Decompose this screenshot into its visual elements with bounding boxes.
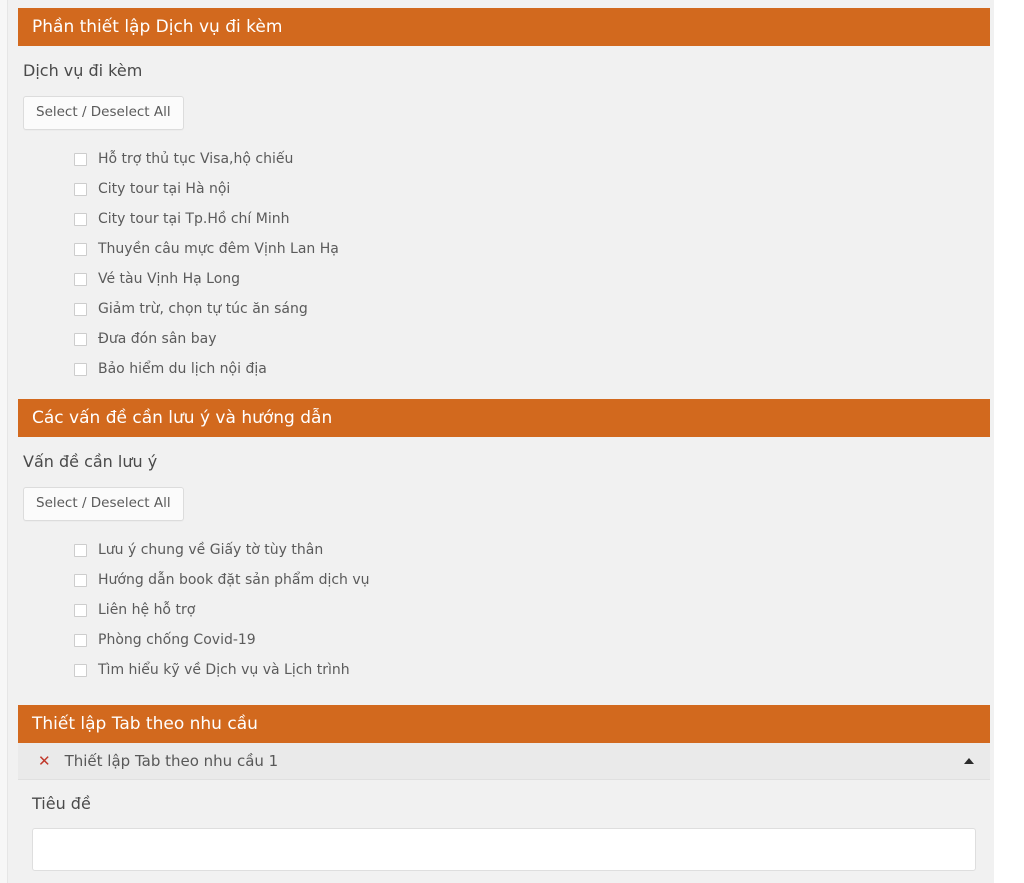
list-item[interactable]: Lưu ý chung về Giấy tờ tùy thân xyxy=(74,535,994,565)
list-item[interactable]: Liên hệ hỗ trợ xyxy=(74,595,994,625)
checkbox-icon[interactable] xyxy=(74,362,87,376)
accordion-body-tab-1: Tiêu đề xyxy=(18,780,990,881)
checkbox-icon[interactable] xyxy=(74,302,87,316)
checkbox-label[interactable]: Đưa đón sân bay xyxy=(98,330,216,348)
checkbox-icon[interactable] xyxy=(74,633,87,647)
checkbox-icon[interactable] xyxy=(74,663,87,677)
page-root: Phần thiết lập Dịch vụ đi kèm Dịch vụ đi… xyxy=(0,0,1024,883)
checkbox-list-services: Hỗ trợ thủ tục Visa,hộ chiếu City tour t… xyxy=(18,144,994,384)
field-group-services: Dịch vụ đi kèm Select / Deselect All Hỗ … xyxy=(9,46,994,384)
list-item[interactable]: Hướng dẫn book đặt sản phẩm dịch vụ xyxy=(74,565,994,595)
checkbox-icon[interactable] xyxy=(74,212,87,226)
select-deselect-all-button-services[interactable]: Select / Deselect All xyxy=(23,96,184,130)
section-header-services: Phần thiết lập Dịch vụ đi kèm xyxy=(18,8,990,46)
section-header-notes: Các vấn đề cần lưu ý và hướng dẫn xyxy=(18,399,990,437)
checkbox-label[interactable]: Giảm trừ, chọn tự túc ăn sáng xyxy=(98,300,308,318)
checkbox-label[interactable]: City tour tại Hà nội xyxy=(98,180,230,198)
left-rail xyxy=(0,0,8,883)
title-field-label: Tiêu đề xyxy=(32,794,91,813)
checkbox-icon[interactable] xyxy=(74,573,87,587)
checkbox-icon[interactable] xyxy=(74,332,87,346)
checkbox-label[interactable]: Hỗ trợ thủ tục Visa,hộ chiếu xyxy=(98,150,293,168)
list-item[interactable]: Thuyền câu mực đêm Vịnh Lan Hạ xyxy=(74,234,994,264)
checkbox-icon[interactable] xyxy=(74,182,87,196)
list-item[interactable]: City tour tại Hà nội xyxy=(74,174,994,204)
checkbox-icon[interactable] xyxy=(74,543,87,557)
field-label-services: Dịch vụ đi kèm xyxy=(23,61,143,80)
close-x-icon[interactable]: ✕ xyxy=(38,753,51,769)
list-item[interactable]: Hỗ trợ thủ tục Visa,hộ chiếu xyxy=(74,144,994,174)
field-group-notes: Vấn đề cần lưu ý Select / Deselect All L… xyxy=(9,437,994,685)
checkbox-list-notes: Lưu ý chung về Giấy tờ tùy thân Hướng dẫ… xyxy=(18,535,994,685)
list-item[interactable]: Giảm trừ, chọn tự túc ăn sáng xyxy=(74,294,994,324)
list-item[interactable]: Vé tàu Vịnh Hạ Long xyxy=(74,264,994,294)
checkbox-label[interactable]: Vé tàu Vịnh Hạ Long xyxy=(98,270,240,288)
field-label-notes: Vấn đề cần lưu ý xyxy=(23,452,158,471)
section-gap-2 xyxy=(9,685,994,705)
checkbox-label[interactable]: Hướng dẫn book đặt sản phẩm dịch vụ xyxy=(98,571,370,589)
checkbox-label[interactable]: Lưu ý chung về Giấy tờ tùy thân xyxy=(98,541,323,559)
accordion-header-tab-1[interactable]: ✕ Thiết lập Tab theo nhu cầu 1 xyxy=(18,743,990,780)
checkbox-label[interactable]: City tour tại Tp.Hồ chí Minh xyxy=(98,210,290,228)
list-item[interactable]: Tìm hiểu kỹ về Dịch vụ và Lịch trình xyxy=(74,655,994,685)
checkbox-label[interactable]: Liên hệ hỗ trợ xyxy=(98,601,195,619)
list-item[interactable]: Phòng chống Covid-19 xyxy=(74,625,994,655)
list-item[interactable]: Đưa đón sân bay xyxy=(74,324,994,354)
chevron-up-icon[interactable] xyxy=(964,758,974,764)
content-column: Phần thiết lập Dịch vụ đi kèm Dịch vụ đi… xyxy=(0,0,994,883)
checkbox-icon[interactable] xyxy=(74,152,87,166)
checkbox-icon[interactable] xyxy=(74,272,87,286)
title-input[interactable] xyxy=(32,828,976,871)
section-header-tabs: Thiết lập Tab theo nhu cầu xyxy=(18,705,990,743)
checkbox-label[interactable]: Phòng chống Covid-19 xyxy=(98,631,256,649)
list-item[interactable]: Bảo hiểm du lịch nội địa xyxy=(74,354,994,384)
checkbox-icon[interactable] xyxy=(74,603,87,617)
list-item[interactable]: City tour tại Tp.Hồ chí Minh xyxy=(74,204,994,234)
checkbox-icon[interactable] xyxy=(74,242,87,256)
top-spacer xyxy=(9,0,994,8)
checkbox-label[interactable]: Tìm hiểu kỹ về Dịch vụ và Lịch trình xyxy=(98,661,350,679)
form-body: Phần thiết lập Dịch vụ đi kèm Dịch vụ đi… xyxy=(9,0,994,883)
checkbox-label[interactable]: Thuyền câu mực đêm Vịnh Lan Hạ xyxy=(98,240,339,258)
accordion-title: Thiết lập Tab theo nhu cầu 1 xyxy=(64,752,279,770)
checkbox-label[interactable]: Bảo hiểm du lịch nội địa xyxy=(98,360,267,378)
section-gap-1 xyxy=(9,384,994,399)
select-deselect-all-button-notes[interactable]: Select / Deselect All xyxy=(23,487,184,521)
